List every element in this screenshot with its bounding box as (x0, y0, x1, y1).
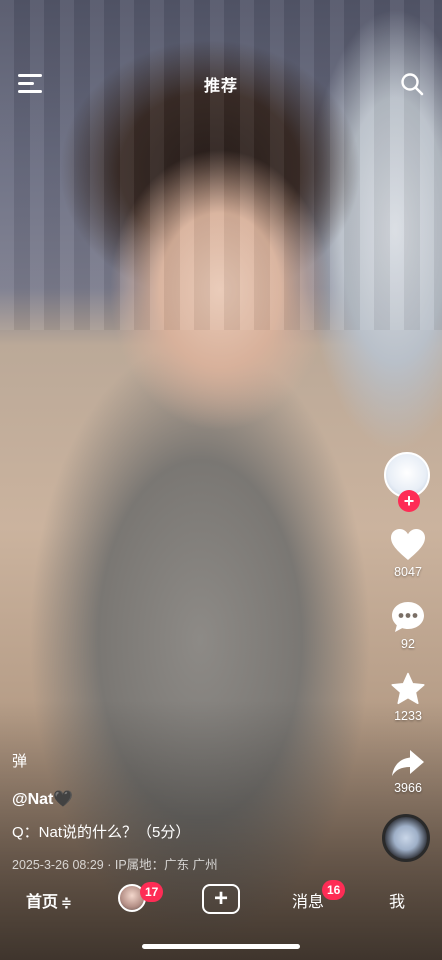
share-count: 3966 (394, 781, 422, 795)
home-indicator (142, 944, 300, 949)
bottom-nav: 首页 ≑ 17 + 消息 16 我 (0, 876, 442, 924)
comment-count: 92 (401, 637, 415, 651)
create-button[interactable]: + (202, 884, 240, 914)
star-icon (391, 672, 425, 705)
share-button[interactable]: 3966 (380, 748, 436, 795)
post-description[interactable]: Q：Nat说的什么？（5分） (12, 821, 372, 842)
author-name[interactable]: @Nat🖤 (12, 789, 372, 809)
tab-me[interactable]: 我 (389, 888, 405, 912)
comment-button[interactable]: 92 (380, 600, 436, 651)
share-icon (392, 750, 424, 776)
tab-home-suffix: ≑ (61, 895, 72, 910)
page-title[interactable]: 推荐 (0, 72, 442, 96)
tab-home[interactable]: 首页 ≑ (26, 888, 72, 912)
danmaku-char: 弹 (12, 753, 28, 770)
tab-messages[interactable]: 消息 16 (292, 880, 346, 912)
post-meta: 2025-3-26 08:29 · IP属地：广东 广州 (12, 858, 218, 872)
video-curtain-texture (0, 0, 442, 330)
messages-badge: 16 (322, 880, 346, 900)
friends-badge: 17 (140, 882, 164, 902)
tab-friends[interactable]: 17 (118, 882, 164, 912)
tab-home-label: 首页 (26, 894, 59, 911)
tab-messages-label: 消息 (292, 894, 325, 911)
music-disc-icon[interactable] (382, 814, 430, 862)
favorite-count: 1233 (394, 709, 422, 723)
top-bar: 推荐 (0, 62, 442, 106)
follow-plus-icon[interactable]: + (398, 490, 420, 512)
search-icon[interactable] (400, 72, 424, 96)
favorite-button[interactable]: 1233 (380, 672, 436, 723)
plus-icon: + (213, 885, 228, 912)
post-caption: 弹 @Nat🖤 Q：Nat说的什么？（5分） 2025-3-26 08:29 ·… (12, 750, 372, 873)
heart-icon (391, 529, 425, 560)
comment-icon (392, 602, 424, 632)
like-button[interactable]: 8047 (380, 528, 436, 579)
like-count: 8047 (394, 565, 422, 579)
